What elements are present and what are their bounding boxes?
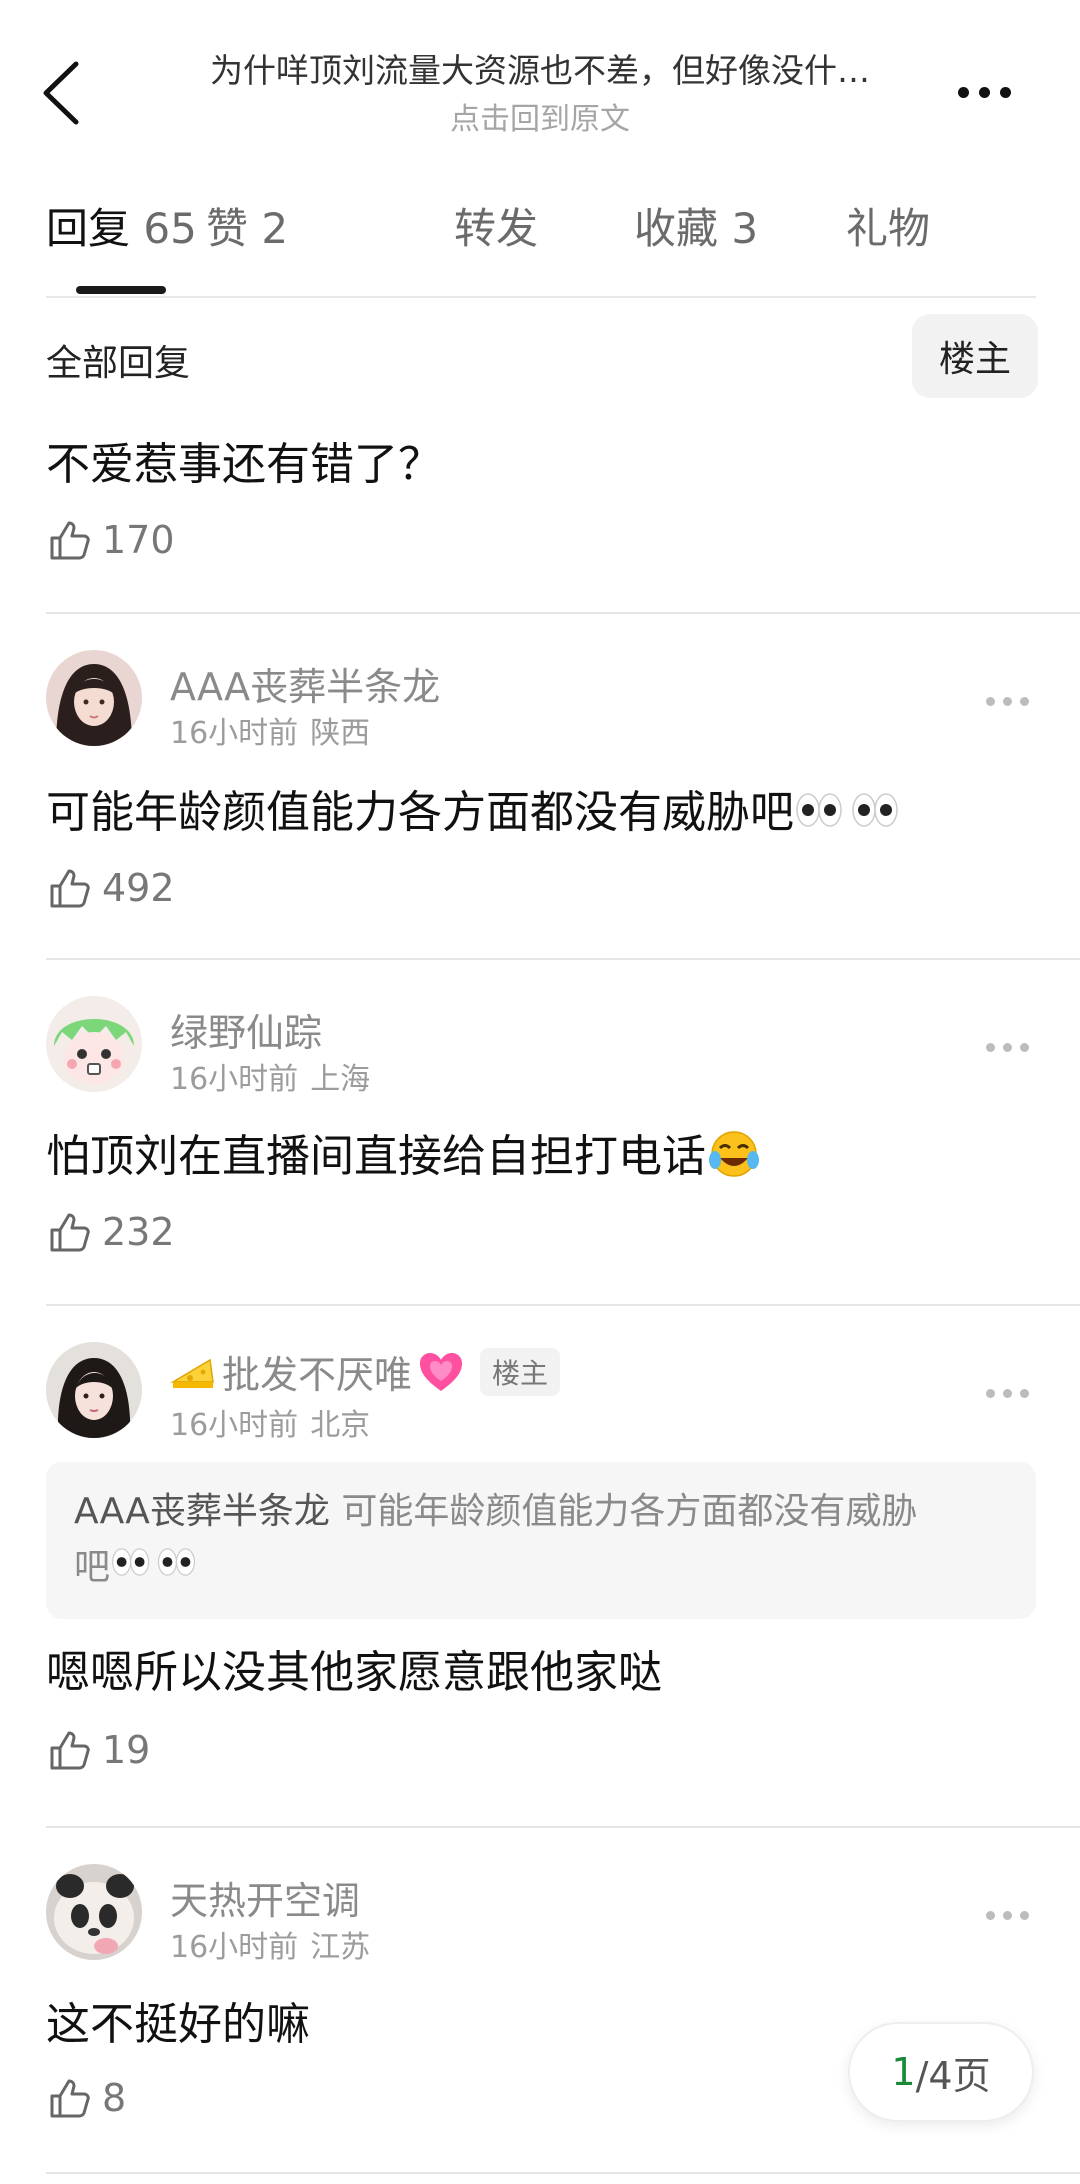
tab-label: 回复 bbox=[46, 204, 131, 253]
quoted-username[interactable]: AAA丧葬半条龙 bbox=[74, 1491, 330, 1532]
op-badge: 楼主 bbox=[480, 1347, 561, 1396]
comment-meta: 16小时前 上海 bbox=[170, 1054, 370, 1098]
comment-time: 16小时前 bbox=[170, 1930, 299, 1965]
comment-more-button[interactable] bbox=[986, 1386, 1032, 1400]
username-text: 批发不厌唯 bbox=[222, 1353, 413, 1397]
back-to-original-link[interactable]: 点击回到原文 bbox=[130, 98, 950, 142]
comment-location: 上海 bbox=[310, 1062, 371, 1097]
tab-replies[interactable]: 回复 65 bbox=[46, 195, 197, 256]
post-text: 不爱惹事还有错了？ bbox=[46, 439, 442, 490]
top-bar: 为什咩顶刘流量大资源也不差，但好像没什… 点击回到原文 bbox=[0, 0, 1080, 150]
like-count: 492 bbox=[102, 866, 175, 910]
cheese-emoji-icon bbox=[170, 1358, 214, 1388]
comment-location: 江苏 bbox=[310, 1930, 371, 1965]
comment-time: 16小时前 bbox=[170, 1408, 299, 1443]
username-text: 绿野仙踪 bbox=[170, 1011, 323, 1055]
comment-location: 陕西 bbox=[310, 716, 371, 751]
thumbs-up-icon bbox=[50, 521, 90, 560]
quoted-text: 可能年龄颜值能力各方面都没有威胁 bbox=[341, 1491, 918, 1532]
divider bbox=[46, 1304, 1080, 1306]
divider bbox=[46, 1826, 1080, 1828]
comment-time: 16小时前 bbox=[170, 716, 299, 751]
comment-like-button[interactable]: 232 bbox=[46, 1208, 175, 1256]
thumbs-up-icon bbox=[50, 2079, 90, 2118]
thread-title: 为什咩顶刘流量大资源也不差，但好像没什… bbox=[210, 51, 870, 90]
comment-more-button[interactable] bbox=[986, 694, 1032, 708]
dot bbox=[957, 86, 969, 98]
eyes-emoji-icon bbox=[794, 788, 906, 843]
username[interactable]: 批发不厌唯 楼主 bbox=[170, 1344, 561, 1399]
dot bbox=[978, 86, 990, 98]
comment-text-body: 怕顶刘在直播间直接给自担打电话 bbox=[46, 1131, 706, 1182]
page-indicator-button[interactable]: 1/4页 bbox=[848, 2022, 1034, 2122]
divider bbox=[46, 958, 1080, 960]
tab-count: 2 bbox=[261, 204, 289, 253]
heart-emoji-icon bbox=[420, 1352, 463, 1391]
comment-like-button[interactable]: 492 bbox=[46, 864, 175, 912]
tears-of-joy-emoji-icon bbox=[706, 1128, 762, 1191]
comment-more-button[interactable] bbox=[986, 1040, 1032, 1054]
post-like-button[interactable]: 170 bbox=[46, 516, 175, 564]
quoted-reply[interactable]: AAA丧葬半条龙 可能年龄颜值能力各方面都没有威胁 吧 bbox=[46, 1462, 1036, 1619]
comment-text: 嗯嗯所以没其他家愿意跟他家哒 bbox=[46, 1647, 662, 1698]
username-text: AAA丧葬半条龙 bbox=[170, 665, 441, 709]
back-button[interactable] bbox=[38, 58, 88, 128]
comment-like-button[interactable]: 8 bbox=[46, 2074, 126, 2122]
tab-label: 礼物 bbox=[846, 204, 931, 253]
thread-title-link[interactable]: 为什咩顶刘流量大资源也不差，但好像没什… 点击回到原文 bbox=[130, 48, 950, 142]
username[interactable]: 绿野仙踪 bbox=[170, 1002, 322, 1057]
tab-count: 65 bbox=[143, 204, 197, 253]
divider bbox=[46, 296, 1036, 298]
divider bbox=[46, 612, 1080, 614]
all-replies-label[interactable]: 全部回复 bbox=[46, 334, 190, 386]
like-count: 19 bbox=[102, 1728, 151, 1772]
like-count: 232 bbox=[102, 1210, 175, 1254]
comment-more-button[interactable] bbox=[986, 1908, 1032, 1922]
quoted-text-tail: 吧 bbox=[74, 1547, 111, 1588]
tab-count: 3 bbox=[731, 204, 759, 253]
tab-label: 赞 bbox=[206, 204, 249, 253]
comment-text: 可能年龄颜值能力各方面都没有威胁吧 bbox=[46, 776, 906, 843]
more-options-button[interactable] bbox=[944, 72, 1024, 112]
username[interactable]: 天热开空调 bbox=[170, 1870, 360, 1925]
total-pages: /4页 bbox=[915, 2053, 991, 2098]
tab-likes[interactable]: 赞 2 bbox=[206, 195, 288, 256]
chevron-left-icon bbox=[43, 61, 79, 125]
username-text: 天热开空调 bbox=[170, 1879, 361, 1923]
eyes-emoji-icon bbox=[110, 1541, 202, 1597]
thumbs-up-icon bbox=[50, 1213, 90, 1252]
avatar[interactable] bbox=[46, 650, 142, 746]
avatar[interactable] bbox=[46, 1342, 142, 1438]
active-tab-indicator bbox=[76, 286, 166, 294]
tab-gifts[interactable]: 礼物 bbox=[846, 195, 930, 256]
tab-label: 转发 bbox=[454, 204, 539, 253]
username[interactable]: AAA丧葬半条龙 bbox=[170, 656, 440, 711]
tab-favorites[interactable]: 收藏 3 bbox=[634, 195, 758, 256]
comment-text-body: 可能年龄颜值能力各方面都没有威胁吧 bbox=[46, 787, 794, 838]
avatar[interactable] bbox=[46, 996, 142, 1092]
comment-text: 怕顶刘在直播间直接给自担打电话 bbox=[46, 1120, 762, 1191]
comment-like-button[interactable]: 19 bbox=[46, 1726, 150, 1774]
comment-meta: 16小时前 江苏 bbox=[170, 1922, 370, 1966]
comment-text: 这不挺好的嘛 bbox=[46, 1999, 310, 2050]
tab-bar: 回复 65 赞 2 转发 收藏 3 礼物 bbox=[46, 195, 1036, 295]
comment-location: 北京 bbox=[310, 1408, 371, 1443]
tab-reposts[interactable]: 转发 bbox=[454, 195, 538, 256]
dot bbox=[999, 86, 1011, 98]
like-count: 8 bbox=[102, 2076, 127, 2120]
thumbs-up-icon bbox=[50, 869, 90, 908]
op-only-button[interactable]: 楼主 bbox=[912, 314, 1038, 398]
like-count: 170 bbox=[102, 518, 175, 562]
thumbs-up-icon bbox=[50, 1731, 90, 1770]
tab-label: 收藏 bbox=[634, 204, 719, 253]
avatar[interactable] bbox=[46, 1864, 142, 1960]
comment-meta: 16小时前 北京 bbox=[170, 1400, 370, 1444]
divider bbox=[46, 2172, 1080, 2174]
comment-meta: 16小时前 陕西 bbox=[170, 708, 370, 752]
comment-time: 16小时前 bbox=[170, 1062, 299, 1097]
current-page: 1 bbox=[891, 2050, 916, 2094]
